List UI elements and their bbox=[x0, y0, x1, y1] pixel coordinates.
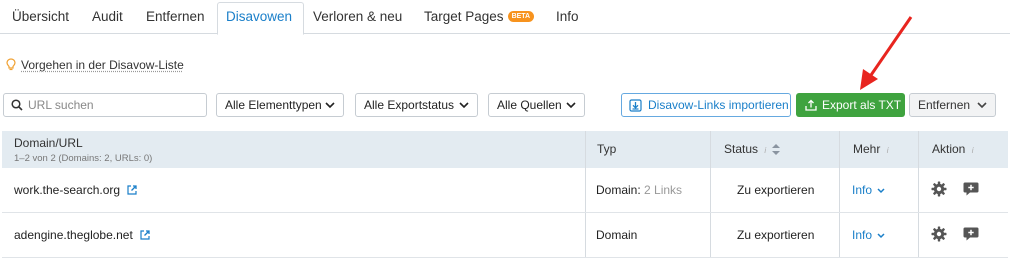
info-icon[interactable]: i bbox=[972, 146, 974, 155]
export-txt-button[interactable]: Export als TXT bbox=[796, 93, 905, 117]
info-icon[interactable]: i bbox=[764, 146, 766, 155]
tab-remove[interactable]: Entfernen bbox=[138, 3, 213, 34]
search-icon bbox=[11, 99, 23, 111]
column-status-label: Status bbox=[724, 142, 759, 156]
chevron-down-icon bbox=[459, 102, 469, 109]
domain-cell: adengine.theglobe.net bbox=[14, 213, 150, 257]
info-dropdown[interactable]: Info bbox=[852, 213, 885, 257]
info-dropdown[interactable]: Info bbox=[852, 168, 885, 212]
comment-plus-icon[interactable] bbox=[963, 226, 979, 242]
tab-lost-new[interactable]: Verloren & neu bbox=[305, 3, 410, 34]
type-text: Domain bbox=[596, 228, 638, 242]
type-text: Domain: bbox=[596, 183, 641, 197]
tab-info[interactable]: Info bbox=[548, 3, 587, 34]
export-txt-label: Export als TXT bbox=[822, 98, 902, 112]
chevron-down-icon bbox=[877, 188, 885, 194]
tab-target-pages-label: Target Pages bbox=[424, 9, 504, 24]
import-icon bbox=[629, 99, 642, 112]
url-search bbox=[3, 93, 207, 117]
url-search-input[interactable] bbox=[28, 96, 202, 114]
type-cell: Domain bbox=[596, 213, 637, 257]
sources-dropdown-label: Alle Quellen bbox=[497, 98, 562, 112]
disavow-help-link[interactable]: Vorgehen in der Disavow-Liste bbox=[21, 58, 184, 72]
domain-text: work.the-search.org bbox=[14, 183, 121, 197]
status-cell: Zu exportieren bbox=[737, 228, 815, 242]
info-dropdown-label: Info bbox=[852, 228, 873, 242]
remove-dropdown-label: Entfernen bbox=[918, 98, 971, 112]
remove-dropdown-button[interactable]: Entfernen bbox=[909, 93, 996, 117]
import-disavow-button[interactable]: Disavow-Links importieren bbox=[621, 93, 791, 117]
table-row: work.the-search.org Domain: 2 Links Zu e… bbox=[2, 168, 1008, 213]
chevron-down-icon bbox=[877, 233, 885, 239]
sources-dropdown[interactable]: Alle Quellen bbox=[488, 93, 585, 117]
import-disavow-label: Disavow-Links importieren bbox=[648, 98, 789, 112]
external-link-icon[interactable] bbox=[140, 230, 150, 240]
sort-icon[interactable] bbox=[771, 144, 780, 156]
table-row: adengine.theglobe.net Domain Zu exportie… bbox=[2, 213, 1008, 258]
column-header-status[interactable]: Status i bbox=[724, 131, 780, 168]
lightbulb-icon bbox=[6, 58, 16, 71]
links-count[interactable]: 2 Links bbox=[644, 183, 682, 197]
info-dropdown-label: Info bbox=[852, 183, 873, 197]
column-header-more[interactable]: Mehr i bbox=[853, 131, 888, 168]
chevron-down-icon bbox=[977, 102, 987, 109]
gear-icon[interactable] bbox=[931, 181, 947, 197]
gear-icon[interactable] bbox=[931, 226, 947, 242]
export-status-dropdown[interactable]: Alle Exportstatus bbox=[355, 93, 478, 117]
tab-overview[interactable]: Übersicht bbox=[4, 3, 77, 34]
tab-target-pages[interactable]: Target Pages BETA bbox=[416, 3, 542, 34]
export-status-dropdown-label: Alle Exportstatus bbox=[364, 98, 455, 112]
column-action-label: Aktion bbox=[932, 142, 966, 156]
result-count: 1–2 von 2 (Domains: 2, URLs: 0) bbox=[14, 153, 153, 164]
column-type-label: Typ bbox=[597, 142, 617, 156]
column-more-label: Mehr bbox=[853, 142, 881, 156]
tab-disavow[interactable]: Disavowen bbox=[217, 2, 304, 35]
domain-text: adengine.theglobe.net bbox=[14, 228, 133, 242]
element-type-dropdown-label: Alle Elementtypen bbox=[225, 98, 322, 112]
domain-cell: work.the-search.org bbox=[14, 168, 138, 212]
element-type-dropdown[interactable]: Alle Elementtypen bbox=[216, 93, 344, 117]
type-cell: Domain: 2 Links bbox=[596, 168, 682, 212]
beta-badge: BETA bbox=[507, 10, 535, 22]
help-link-row: Vorgehen in der Disavow-Liste bbox=[6, 56, 184, 74]
annotation-arrow bbox=[860, 16, 913, 90]
tab-audit[interactable]: Audit bbox=[84, 3, 131, 34]
info-icon[interactable]: i bbox=[887, 146, 889, 155]
status-cell: Zu exportieren bbox=[737, 183, 815, 197]
chevron-down-icon bbox=[325, 102, 335, 109]
comment-plus-icon[interactable] bbox=[963, 181, 979, 197]
column-header-action[interactable]: Aktion i bbox=[932, 131, 973, 168]
chevron-down-icon bbox=[566, 102, 576, 109]
export-icon bbox=[805, 99, 817, 111]
column-domain-label: Domain/URL bbox=[14, 136, 83, 150]
table-header: Domain/URL 1–2 von 2 (Domains: 2, URLs: … bbox=[2, 131, 1008, 168]
column-header-type[interactable]: Typ bbox=[597, 131, 616, 168]
external-link-icon[interactable] bbox=[127, 185, 138, 195]
